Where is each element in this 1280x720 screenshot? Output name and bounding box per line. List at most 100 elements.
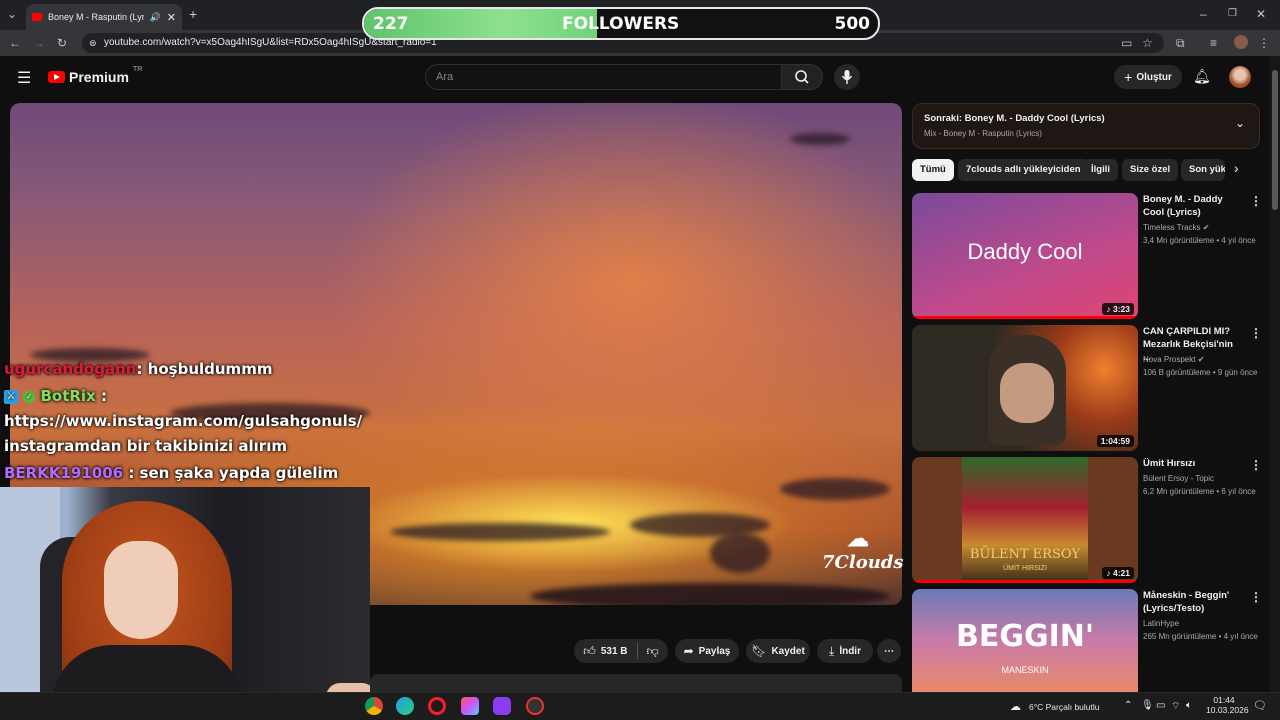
more-options-icon[interactable]: ⋮ bbox=[1250, 590, 1262, 604]
search-button[interactable] bbox=[781, 64, 823, 90]
duration-badge: 1:04:59 bbox=[1096, 435, 1134, 447]
more-options-icon[interactable]: ⋮ bbox=[1250, 194, 1262, 208]
tab-search-icon[interactable]: ⌄ bbox=[7, 8, 17, 20]
battery-icon[interactable]: ▭ bbox=[1156, 700, 1165, 711]
chevron-down-icon[interactable]: ⌄ bbox=[1235, 116, 1245, 130]
edge-taskbar-icon[interactable] bbox=[396, 697, 414, 715]
more-actions-button[interactable]: ⋯ bbox=[877, 639, 901, 663]
chip-recent[interactable]: Son yük bbox=[1181, 159, 1225, 181]
obs-taskbar-icon[interactable] bbox=[493, 697, 511, 715]
thumbs-up-icon[interactable]: 👍︎ bbox=[583, 644, 596, 659]
clock-date: 10.03.2026 bbox=[1206, 705, 1249, 715]
logo-text: Premium bbox=[69, 69, 129, 85]
notification-center-icon[interactable]: 🗨︎ bbox=[1253, 699, 1267, 712]
download-button[interactable]: ⤓ İndir bbox=[817, 639, 873, 663]
weather-icon[interactable]: ☁ bbox=[1010, 700, 1021, 713]
youtube-logo[interactable]: Premium TR bbox=[48, 66, 142, 85]
video-meta: 265 Mn görüntüleme • 4 yıl önce bbox=[1143, 632, 1258, 641]
cloud-shape bbox=[790, 133, 850, 145]
tab-close-icon[interactable]: ✕ bbox=[167, 11, 176, 24]
chip-uploader[interactable]: 7clouds adlı yükleyiciden bbox=[958, 159, 1089, 181]
more-options-icon[interactable]: ⋮ bbox=[1250, 326, 1262, 340]
verified-icon: ✔ bbox=[1202, 223, 1210, 232]
youtube-favicon-icon bbox=[32, 13, 42, 21]
voice-search-button[interactable] bbox=[834, 64, 860, 90]
video-thumbnail[interactable]: Daddy Cool ♪ 3:23 bbox=[912, 193, 1138, 319]
search-icon bbox=[795, 70, 809, 84]
cast-icon[interactable]: ▭ bbox=[1121, 37, 1132, 49]
chat-message: ugurcandogann: hoşbuldummm bbox=[4, 360, 272, 378]
bookmark-icon: 🔖︎ bbox=[751, 644, 767, 658]
video-thumbnail[interactable]: BEGGIN' MANESKIN bbox=[912, 589, 1138, 692]
microphone-tray-icon[interactable]: 🎙︎ bbox=[1141, 700, 1154, 711]
chat-message-text: https://www.instagram.com/gulsahgonuls/ bbox=[4, 412, 363, 430]
app-taskbar-icon[interactable] bbox=[526, 697, 544, 715]
channel-name[interactable]: Nova Prospekt ✔ bbox=[1143, 353, 1263, 366]
chat-text: : sen şaka yapda gülelim bbox=[123, 464, 339, 482]
network-icon[interactable]: ⌔ bbox=[1171, 700, 1180, 713]
video-thumbnail[interactable]: BÜLENT ERSOY ÜMİT HIRSIZI ♪ 4:21 bbox=[912, 457, 1138, 583]
account-avatar[interactable] bbox=[1229, 66, 1251, 88]
minimize-icon[interactable]: – bbox=[1200, 8, 1207, 20]
scrollbar-thumb[interactable] bbox=[1272, 70, 1278, 210]
channel-name[interactable]: Bülent Ersoy - Topic bbox=[1143, 472, 1263, 485]
microphone-icon bbox=[841, 70, 853, 84]
up-next-panel[interactable]: Sonraki: Boney M. - Daddy Cool (Lyrics) … bbox=[912, 103, 1260, 149]
verified-icon: ✔ bbox=[1197, 355, 1205, 364]
copilot-taskbar-icon[interactable] bbox=[461, 697, 479, 715]
like-count[interactable]: 531 B bbox=[601, 646, 628, 657]
video-title[interactable]: Ümit Hırsızı bbox=[1143, 457, 1241, 470]
chat-username: BotRix bbox=[40, 387, 96, 405]
cloud-shape bbox=[390, 523, 610, 541]
webcam-overlay bbox=[0, 487, 370, 720]
video-thumbnail[interactable]: 1:04:59 bbox=[912, 325, 1138, 451]
cloud-logo-icon: ☁ bbox=[847, 526, 869, 552]
divider bbox=[636, 643, 638, 659]
video-title[interactable]: Boney M. - Daddy Cool (Lyrics) bbox=[1143, 193, 1241, 219]
clock[interactable]: 01:44 10.03.2026 bbox=[1206, 695, 1249, 715]
forward-icon[interactable]: → bbox=[33, 37, 45, 49]
hamburger-menu-icon[interactable]: ☰ bbox=[17, 68, 31, 88]
thumbnail-face bbox=[1000, 363, 1054, 423]
chrome-taskbar-icon[interactable] bbox=[365, 697, 383, 715]
chip-for-you[interactable]: Size özel bbox=[1122, 159, 1179, 181]
search-input[interactable]: Ara bbox=[425, 64, 782, 90]
volume-icon[interactable]: 🔈︎ bbox=[1186, 700, 1192, 711]
browser-menu-icon[interactable]: ⋮ bbox=[1258, 37, 1270, 49]
followers-current: 227 bbox=[373, 14, 409, 34]
chat-message-text: instagramdan bir takibinizi alırım bbox=[4, 437, 287, 455]
cloud-shape bbox=[710, 533, 770, 573]
thumbs-down-icon[interactable]: 👎︎ bbox=[647, 644, 659, 659]
chip-related[interactable]: İlgili bbox=[1083, 159, 1118, 181]
save-button[interactable]: 🔖︎ Kaydet bbox=[746, 639, 810, 663]
chip-all[interactable]: Tümü bbox=[912, 159, 954, 181]
site-info-icon[interactable]: ⊜ bbox=[89, 33, 97, 53]
create-button[interactable]: + Oluştur bbox=[1114, 65, 1182, 89]
chevron-right-icon[interactable]: › bbox=[1234, 160, 1239, 176]
share-button[interactable]: ➦ Paylaş bbox=[675, 639, 739, 663]
channel-name[interactable]: Timeless Tracks ✔ bbox=[1143, 221, 1263, 234]
video-title[interactable]: Måneskin - Beggin' (Lyrics/Testo) bbox=[1143, 589, 1241, 615]
description-box[interactable] bbox=[370, 674, 902, 692]
new-tab-icon[interactable]: + bbox=[189, 7, 197, 21]
more-options-icon[interactable]: ⋮ bbox=[1250, 458, 1262, 472]
reload-icon[interactable]: ↻ bbox=[57, 37, 67, 49]
window-close-icon[interactable]: ✕ bbox=[1256, 8, 1266, 20]
opera-taskbar-icon[interactable] bbox=[428, 697, 446, 715]
profile-avatar[interactable] bbox=[1234, 35, 1248, 49]
back-icon[interactable]: ← bbox=[9, 37, 21, 49]
chat-message: BERKK191006 : sen şaka yapda gülelim bbox=[4, 464, 338, 482]
bookmark-star-icon[interactable]: ☆ bbox=[1142, 37, 1153, 49]
browser-tab-active[interactable]: Boney M - Rasputin (Lyrics) 🔊 ✕ bbox=[26, 4, 182, 30]
chat-message: ⚔ ✓ BotRix : bbox=[4, 387, 107, 405]
tray-chevron-icon[interactable]: ⌃ bbox=[1124, 700, 1132, 711]
channel-name[interactable]: LatinHype bbox=[1143, 617, 1263, 630]
speaker-icon[interactable]: 🔊 bbox=[150, 12, 161, 23]
weather-text[interactable]: 6°C Parçalı bulutlu bbox=[1029, 702, 1100, 712]
moderator-badge-icon: ⚔ bbox=[4, 389, 18, 404]
notifications-bell-icon[interactable]: 🔔︎ bbox=[1193, 68, 1211, 85]
restore-icon[interactable]: ❐ bbox=[1228, 8, 1237, 20]
extensions-icon[interactable]: ⧉ bbox=[1176, 37, 1185, 49]
share-label: Paylaş bbox=[698, 645, 731, 657]
reading-list-icon[interactable]: ≡ bbox=[1210, 37, 1217, 49]
